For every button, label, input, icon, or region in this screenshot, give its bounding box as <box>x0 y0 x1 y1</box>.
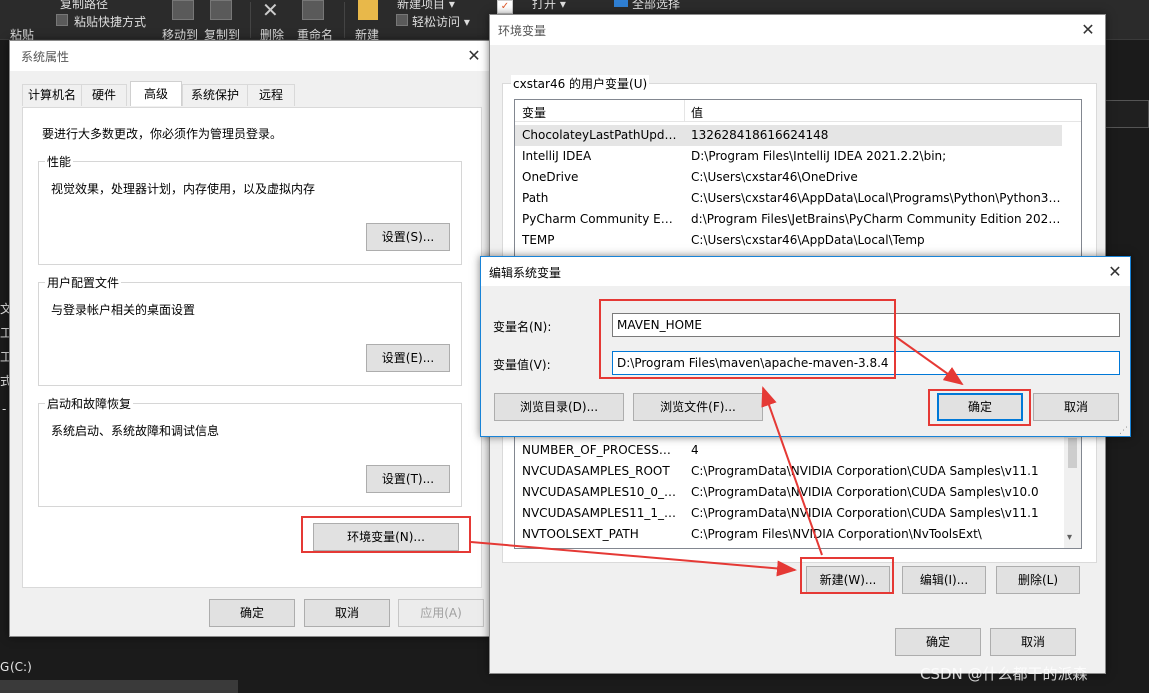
watermark: CSDN @什么都干的派森 <box>920 665 1088 683</box>
tab-advanced[interactable]: 高级 <box>130 81 182 106</box>
arrow-env-to-new <box>470 541 797 577</box>
arrow-new-to-fields <box>761 386 823 556</box>
arrow-fields-to-ok <box>895 336 964 386</box>
